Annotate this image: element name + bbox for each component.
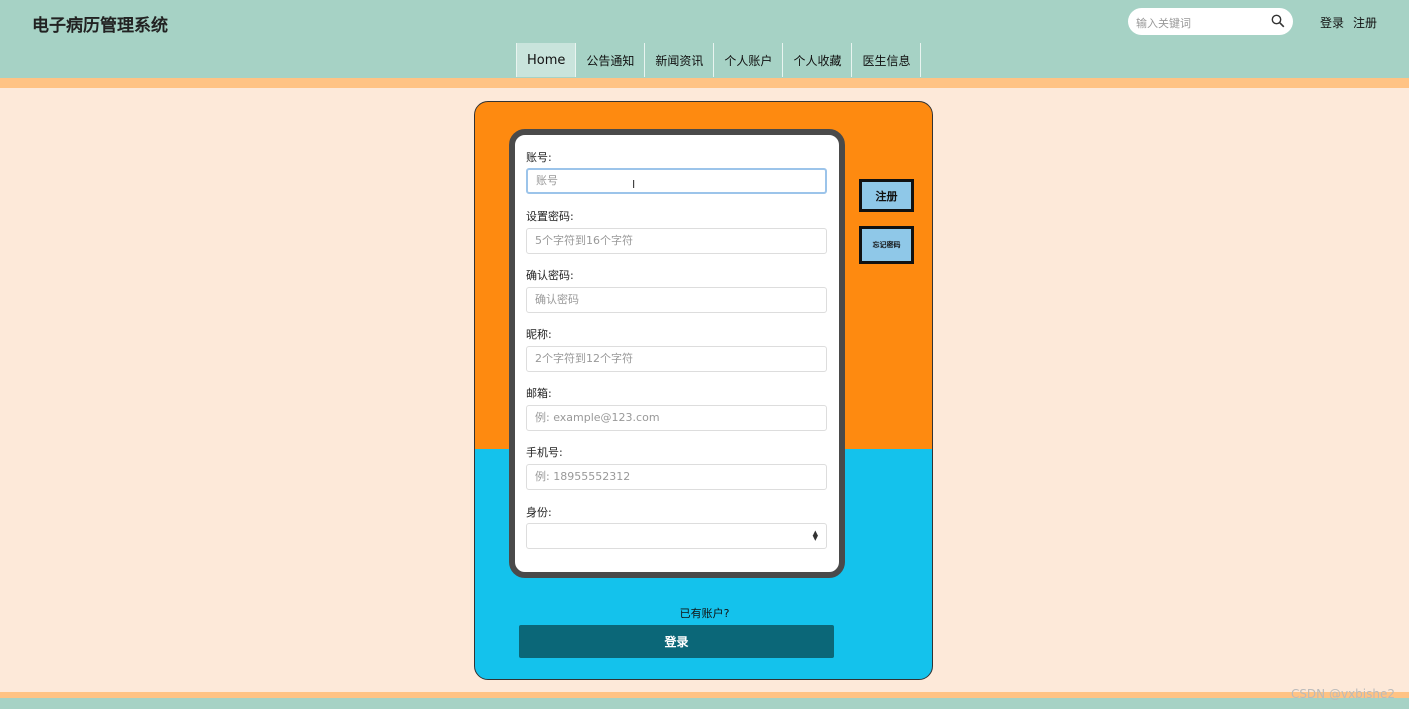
password-label: 设置密码: (526, 210, 574, 223)
confirm-password-label: 确认密码: (526, 269, 574, 282)
confirm-password-input[interactable]: 确认密码 (526, 287, 827, 313)
app-title: 电子病历管理系统 (32, 16, 168, 36)
nav-home[interactable]: Home (516, 43, 576, 77)
account-placeholder: 账号 (536, 174, 558, 187)
password-input[interactable]: 5个字符到16个字符 (526, 228, 827, 254)
nav-favorites[interactable]: 个人收藏 (782, 43, 852, 77)
nav-personal-account[interactable]: 个人账户 (713, 43, 783, 77)
have-account-text: 已有账户? (679, 607, 730, 620)
header-login-link[interactable]: 登录 (1320, 14, 1344, 31)
email-placeholder: 例: example@123.com (535, 411, 660, 424)
search-icon[interactable] (1271, 14, 1285, 28)
header-accent-stripe (0, 78, 1409, 88)
footer (0, 698, 1409, 709)
email-label: 邮箱: (526, 387, 552, 400)
watermark: CSDN @vxbishe2 (1290, 687, 1395, 701)
nav-news[interactable]: 新闻资讯 (644, 43, 714, 77)
top-header: 电子病历管理系统 输入关键词 登录 注册 Home 公告通知 新闻资讯 个人账户… (0, 0, 1409, 78)
register-button[interactable]: 注册 (859, 179, 914, 212)
nav-announcements[interactable]: 公告通知 (575, 43, 645, 77)
nickname-placeholder: 2个字符到12个字符 (535, 352, 633, 365)
select-arrows-icon: ▲ ▼ (812, 529, 818, 542)
main-nav: Home 公告通知 新闻资讯 个人账户 个人收藏 医生信息 (516, 43, 922, 77)
register-card: 账号: 账号 I 设置密码: 5个字符到16个字符 确认密码: 确认密码 昵称:… (474, 101, 933, 680)
account-input[interactable]: 账号 (526, 168, 827, 194)
header-register-link[interactable]: 注册 (1353, 14, 1377, 31)
nickname-label: 昵称: (526, 328, 552, 341)
account-label: 账号: (526, 151, 552, 164)
search-box[interactable]: 输入关键词 (1128, 8, 1293, 35)
identity-label: 身份: (526, 506, 552, 519)
search-input[interactable]: 输入关键词 (1136, 15, 1191, 31)
password-placeholder: 5个字符到16个字符 (535, 234, 633, 247)
phone-label: 手机号: (526, 446, 563, 459)
text-cursor-icon: I (632, 178, 636, 191)
phone-placeholder: 例: 18955552312 (535, 470, 631, 483)
phone-input[interactable]: 例: 18955552312 (526, 464, 827, 490)
identity-select[interactable]: ▲ ▼ (526, 523, 827, 549)
confirm-password-placeholder: 确认密码 (535, 293, 579, 306)
nickname-input[interactable]: 2个字符到12个字符 (526, 346, 827, 372)
register-form: 账号: 账号 I 设置密码: 5个字符到16个字符 确认密码: 确认密码 昵称:… (509, 129, 845, 578)
nav-doctor-info[interactable]: 医生信息 (851, 43, 922, 77)
forgot-password-button[interactable]: 忘记密码 (859, 226, 914, 264)
email-input[interactable]: 例: example@123.com (526, 405, 827, 431)
login-button[interactable]: 登录 (519, 625, 834, 658)
